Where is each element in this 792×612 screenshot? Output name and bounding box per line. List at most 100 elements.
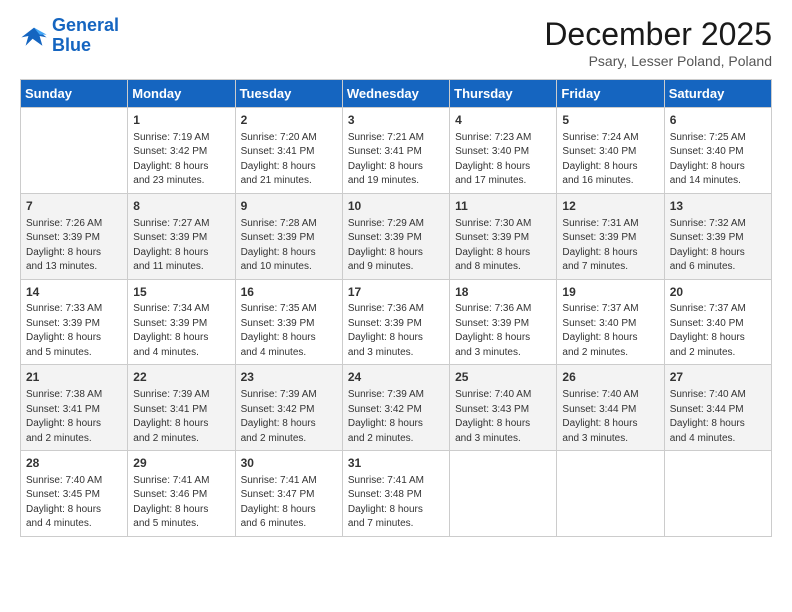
day-cell-20: 20Sunrise: 7:37 AM Sunset: 3:40 PM Dayli… [664,279,771,365]
day-number: 5 [562,112,658,129]
day-number: 1 [133,112,229,129]
day-number: 20 [670,284,766,301]
day-number: 21 [26,369,122,386]
day-cell-23: 23 Sunrise: 7:39 AM Sunset: 3:42 PM Dayli… [235,365,342,451]
day-number: 19 [562,284,658,301]
day-number: 23 [241,369,337,386]
day-number: 31 [348,455,444,472]
day-info: Sunrise: 7:20 AM Sunset: 3:41 PM Dayligh… [241,131,337,189]
day-number: 30 [241,455,337,472]
day-cell-16: 16Sunrise: 7:35 AM Sunset: 3:39 PM Dayli… [235,279,342,365]
day-number: 27 [670,369,766,386]
day-cell-29: 29 Sunrise: 7:41 AM Sunset: 3:46 PM Dayli… [128,451,235,537]
day-info: Sunrise: 7:37 AM Sunset: 3:40 PM Dayligh… [562,302,658,360]
weekday-header-saturday: Saturday [664,80,771,108]
day-number: 15 [133,284,229,301]
day-info: Sunrise: 7:40 AM Sunset: 3:44 PM Dayligh… [670,388,766,446]
day-cell-31: 31 Sunrise: 7:41 AM Sunset: 3:48 PM Dayli… [342,451,449,537]
day-info: Sunrise: 7:37 AM Sunset: 3:40 PM Dayligh… [670,302,766,360]
logo-general: General [52,15,119,35]
day-cell-17: 17Sunrise: 7:36 AM Sunset: 3:39 PM Dayli… [342,279,449,365]
day-cell-26: 26Sunrise: 7:40 AM Sunset: 3:44 PM Dayli… [557,365,664,451]
day-number: 25 [455,369,551,386]
week-row-5: 28Sunrise: 7:40 AM Sunset: 3:45 PM Dayli… [21,451,772,537]
day-info: Sunrise: 7:35 AM Sunset: 3:39 PM Dayligh… [241,302,337,360]
day-number: 14 [26,284,122,301]
day-cell-15: 15Sunrise: 7:34 AM Sunset: 3:39 PM Dayli… [128,279,235,365]
empty-cell [664,451,771,537]
weekday-header-friday: Friday [557,80,664,108]
day-cell-14: 14Sunrise: 7:33 AM Sunset: 3:39 PM Dayli… [21,279,128,365]
day-number: 18 [455,284,551,301]
week-row-1: 1 Sunrise: 7:19 AM Sunset: 3:42 PM Daylig… [21,108,772,194]
day-info: Sunrise: 7:36 AM Sunset: 3:39 PM Dayligh… [348,302,444,360]
title-block: December 2025 Psary, Lesser Poland, Pola… [544,16,772,69]
day-info: Sunrise: 7:30 AM Sunset: 3:39 PM Dayligh… [455,217,551,275]
day-number: 3 [348,112,444,129]
week-row-4: 21 Sunrise: 7:38 AM Sunset: 3:41 PM Dayli… [21,365,772,451]
day-cell-25: 25 Sunrise: 7:40 AM Sunset: 3:43 PM Dayli… [450,365,557,451]
day-number: 12 [562,198,658,215]
day-info: Sunrise: 7:41 AM Sunset: 3:47 PM Dayligh… [241,474,337,532]
weekday-header-row: SundayMondayTuesdayWednesdayThursdayFrid… [21,80,772,108]
weekday-header-wednesday: Wednesday [342,80,449,108]
day-info: Sunrise: 7:25 AM Sunset: 3:40 PM Dayligh… [670,131,766,189]
day-number: 7 [26,198,122,215]
day-cell-22: 22Sunrise: 7:39 AM Sunset: 3:41 PM Dayli… [128,365,235,451]
day-number: 9 [241,198,337,215]
day-number: 26 [562,369,658,386]
day-info: Sunrise: 7:40 AM Sunset: 3:43 PM Dayligh… [455,388,551,446]
day-info: Sunrise: 7:39 AM Sunset: 3:41 PM Dayligh… [133,388,229,446]
day-number: 16 [241,284,337,301]
logo-bird-icon [20,22,48,50]
day-cell-7: 7 Sunrise: 7:26 AM Sunset: 3:39 PM Daylig… [21,193,128,279]
day-number: 4 [455,112,551,129]
day-info: Sunrise: 7:39 AM Sunset: 3:42 PM Dayligh… [348,388,444,446]
day-info: Sunrise: 7:36 AM Sunset: 3:39 PM Dayligh… [455,302,551,360]
logo: General Blue [20,16,119,56]
day-info: Sunrise: 7:34 AM Sunset: 3:39 PM Dayligh… [133,302,229,360]
day-info: Sunrise: 7:24 AM Sunset: 3:40 PM Dayligh… [562,131,658,189]
day-number: 17 [348,284,444,301]
location-text: Psary, Lesser Poland, Poland [544,53,772,69]
day-number: 2 [241,112,337,129]
day-cell-11: 11 Sunrise: 7:30 AM Sunset: 3:39 PM Dayli… [450,193,557,279]
day-number: 28 [26,455,122,472]
day-number: 29 [133,455,229,472]
day-info: Sunrise: 7:39 AM Sunset: 3:42 PM Dayligh… [241,388,337,446]
day-cell-18: 18Sunrise: 7:36 AM Sunset: 3:39 PM Dayli… [450,279,557,365]
day-info: Sunrise: 7:38 AM Sunset: 3:41 PM Dayligh… [26,388,122,446]
day-cell-6: 6 Sunrise: 7:25 AM Sunset: 3:40 PM Daylig… [664,108,771,194]
day-cell-21: 21 Sunrise: 7:38 AM Sunset: 3:41 PM Dayli… [21,365,128,451]
weekday-header-sunday: Sunday [21,80,128,108]
day-cell-9: 9 Sunrise: 7:28 AM Sunset: 3:39 PM Daylig… [235,193,342,279]
day-cell-28: 28Sunrise: 7:40 AM Sunset: 3:45 PM Dayli… [21,451,128,537]
day-cell-8: 8 Sunrise: 7:27 AM Sunset: 3:39 PM Daylig… [128,193,235,279]
day-number: 24 [348,369,444,386]
day-cell-13: 13 Sunrise: 7:32 AM Sunset: 3:39 PM Dayli… [664,193,771,279]
day-info: Sunrise: 7:41 AM Sunset: 3:48 PM Dayligh… [348,474,444,532]
day-number: 11 [455,198,551,215]
day-number: 8 [133,198,229,215]
page-header: General Blue December 2025 Psary, Lesser… [20,16,772,69]
day-info: Sunrise: 7:23 AM Sunset: 3:40 PM Dayligh… [455,131,551,189]
weekday-header-monday: Monday [128,80,235,108]
day-cell-3: 3Sunrise: 7:21 AM Sunset: 3:41 PM Daylig… [342,108,449,194]
day-info: Sunrise: 7:28 AM Sunset: 3:39 PM Dayligh… [241,217,337,275]
day-number: 10 [348,198,444,215]
day-info: Sunrise: 7:41 AM Sunset: 3:46 PM Dayligh… [133,474,229,532]
day-info: Sunrise: 7:27 AM Sunset: 3:39 PM Dayligh… [133,217,229,275]
day-info: Sunrise: 7:31 AM Sunset: 3:39 PM Dayligh… [562,217,658,275]
day-info: Sunrise: 7:26 AM Sunset: 3:39 PM Dayligh… [26,217,122,275]
day-info: Sunrise: 7:32 AM Sunset: 3:39 PM Dayligh… [670,217,766,275]
day-number: 6 [670,112,766,129]
week-row-3: 14Sunrise: 7:33 AM Sunset: 3:39 PM Dayli… [21,279,772,365]
day-info: Sunrise: 7:19 AM Sunset: 3:42 PM Dayligh… [133,131,229,189]
day-cell-2: 2 Sunrise: 7:20 AM Sunset: 3:41 PM Daylig… [235,108,342,194]
empty-cell [450,451,557,537]
day-number: 13 [670,198,766,215]
month-title: December 2025 [544,16,772,53]
day-cell-1: 1 Sunrise: 7:19 AM Sunset: 3:42 PM Daylig… [128,108,235,194]
weekday-header-tuesday: Tuesday [235,80,342,108]
day-cell-12: 12 Sunrise: 7:31 AM Sunset: 3:39 PM Dayli… [557,193,664,279]
